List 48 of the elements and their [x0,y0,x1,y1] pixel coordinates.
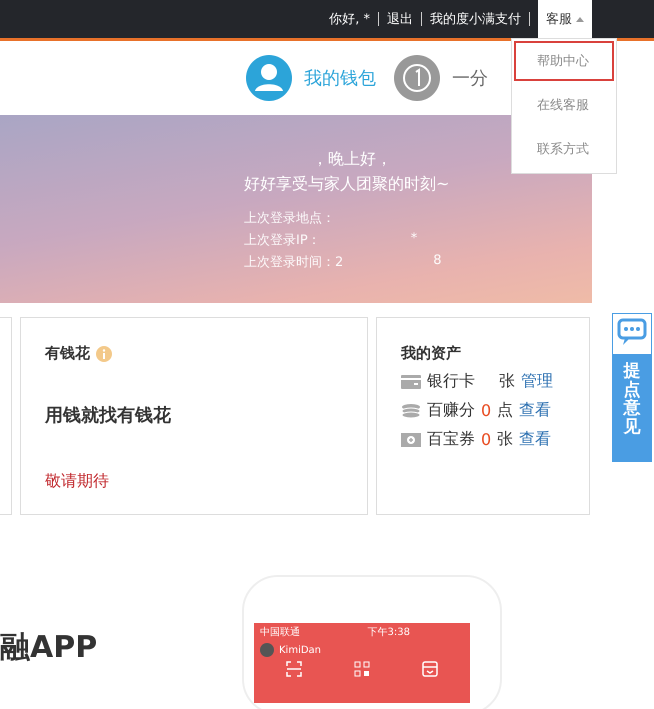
caret-icon [576,16,584,22]
support-menu-button[interactable]: 客服 [538,0,592,38]
slogan-text: 用钱就找有钱花 [45,404,172,427]
asset-label: 百宝券 [427,429,475,450]
status-text: 敬请期待 [45,471,110,492]
clock-text: 下午3:38 [368,626,410,639]
chat-icon [613,314,651,354]
user-icon [246,55,292,101]
banner-message: 好好享受与家人团聚的时刻~ [244,174,450,195]
asset-count: 0 [481,401,492,420]
asset-unit: 点 [497,400,514,421]
nav-tab[interactable]: 一分 [452,66,488,90]
feedback-tab[interactable]: 提点意见 [612,313,652,462]
panel-title: 我的资产 [401,344,462,363]
top-link[interactable]: 退出 [379,10,421,28]
user-name: KimiDan [279,644,322,656]
avatar [260,643,274,657]
menu-item[interactable]: 帮助中心 [514,41,614,81]
nav-tab[interactable]: 我的钱包 [304,66,376,90]
asset-unit: 张 [497,429,514,450]
card-icon [401,374,421,388]
asset-link[interactable]: 查看 [519,429,552,450]
number-one-icon [394,55,440,101]
login-info-text: 上次登录IP： [244,232,321,249]
asset-count: 0 [481,430,492,449]
asset-label: 百赚分 [427,400,475,421]
greeting-text: 你好, * [328,11,371,28]
panel-title: 有钱花 [45,344,90,363]
menu-item[interactable]: 联系方式 [514,129,614,169]
wallet-icon [422,661,438,677]
carrier-text: 中国联通 [260,626,300,639]
asset-unit: 张 [499,371,515,392]
qr-code-icon [354,661,370,677]
banner-greeting: ，晚上好， [312,149,393,170]
ticket-icon [401,432,421,446]
login-info-text: 上次登录时间：2 [244,254,344,271]
login-info-text: * [410,231,418,248]
scan-icon [286,661,302,677]
menu-item[interactable]: 在线客服 [514,85,614,125]
login-info-text: 上次登录地点： [244,210,335,227]
info-icon[interactable] [96,346,112,362]
top-link[interactable]: 我的度小满支付 [422,10,529,28]
asset-label: 银行卡 [427,371,475,392]
section-title: 融APP [0,629,98,667]
login-info-text: 8 [433,253,442,270]
coins-icon [401,404,421,418]
asset-link[interactable]: 查看 [519,400,552,421]
asset-link[interactable]: 管理 [521,371,553,392]
